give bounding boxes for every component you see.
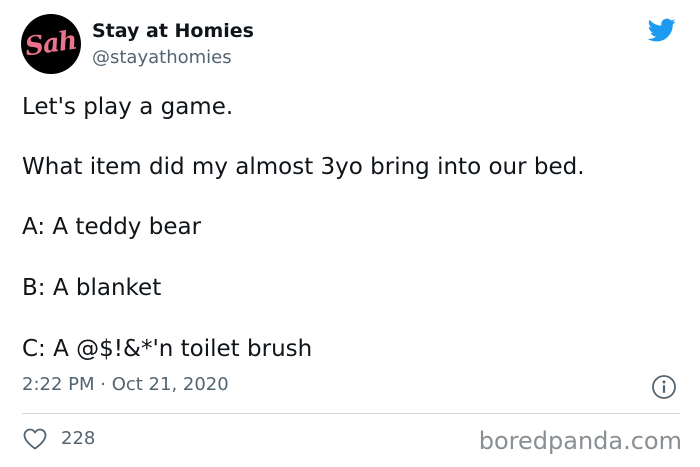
tweet-text-line: C: A @$!&*'n toilet brush bbox=[22, 336, 313, 362]
tweet-timestamp[interactable]: 2:22 PM · Oct 21, 2020 bbox=[22, 374, 229, 395]
tweet-card: Sah Stay at Homies @stayathomies Let's p… bbox=[0, 0, 700, 467]
tweet-text-line: A: A teddy bear bbox=[22, 214, 202, 240]
like-count: 228 bbox=[61, 428, 96, 449]
avatar[interactable]: Sah bbox=[21, 14, 81, 74]
tweet-text-line: What item did my almost 3yo bring into o… bbox=[22, 154, 585, 180]
watermark: boredpanda.com bbox=[478, 427, 682, 455]
twitter-bird-icon[interactable] bbox=[646, 16, 678, 44]
author-handle[interactable]: @stayathomies bbox=[92, 47, 232, 68]
info-icon[interactable] bbox=[651, 374, 677, 400]
heart-icon[interactable] bbox=[23, 428, 47, 450]
avatar-logo-text: Sah bbox=[23, 25, 79, 63]
tweet-text-line: Let's play a game. bbox=[22, 94, 234, 120]
divider bbox=[22, 413, 680, 414]
author-display-name[interactable]: Stay at Homies bbox=[92, 20, 254, 42]
tweet-text-line: B: A blanket bbox=[22, 275, 162, 301]
